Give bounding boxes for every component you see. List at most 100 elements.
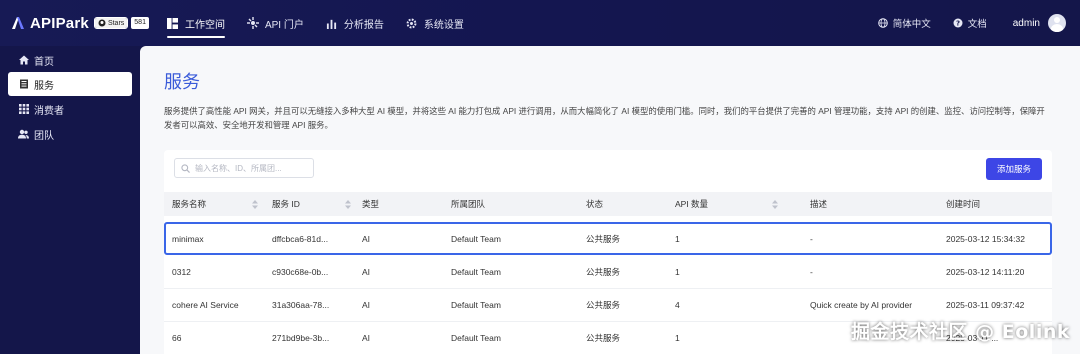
sidebar-item-consumers[interactable]: 消费者 xyxy=(8,97,132,121)
top-navbar: APIPark Stars 581 工作空间 API 门户 分析报告 系统设置 … xyxy=(0,0,1080,46)
nav-settings[interactable]: 系统设置 xyxy=(406,0,464,46)
page-description: 服务提供了高性能 API 网关，并且可以无缝接入多种大型 AI 模型，并将这些 … xyxy=(164,106,1045,130)
app-name: APIPark xyxy=(30,14,89,32)
cell-type: AI xyxy=(362,267,371,277)
column-header-id[interactable]: 服务 ID xyxy=(272,198,351,210)
sidebar-item-label: 服务 xyxy=(34,80,54,92)
cell-name: minimax xyxy=(172,233,204,244)
cell-team: Default Team xyxy=(451,267,501,277)
cell-description: - xyxy=(810,233,813,244)
cell-id: 271bd9be-3b... xyxy=(272,333,330,343)
docs-link[interactable]: ? 文档 xyxy=(953,16,987,30)
column-header-name[interactable]: 服务名称 xyxy=(172,198,259,210)
portal-icon xyxy=(246,17,259,29)
cell-created: 2025-03-12 15:34:32 xyxy=(946,233,1025,244)
cell-status: 公共服务 xyxy=(586,233,621,244)
table-row[interactable]: 0312 c930c68e-0b... AI Default Team 公共服务… xyxy=(164,256,1052,289)
github-stars-badge[interactable]: Stars xyxy=(93,17,129,29)
language-switcher[interactable]: 简体中文 xyxy=(877,16,931,30)
svg-text:?: ? xyxy=(956,20,960,28)
add-service-button[interactable]: 添加服务 xyxy=(986,158,1042,180)
cell-id: c930c68e-0b... xyxy=(272,267,329,277)
cell-name: 66 xyxy=(172,333,182,343)
cell-api-count: 4 xyxy=(675,300,680,310)
sort-icon[interactable] xyxy=(344,199,351,209)
cell-id: dffcbca6-81d... xyxy=(272,233,329,244)
sidebar-item-label: 团队 xyxy=(34,130,54,142)
search-input[interactable] xyxy=(195,163,313,173)
cell-api-count: 1 xyxy=(675,333,680,343)
username: admin xyxy=(1012,17,1040,29)
nav-analytics-label: 分析报告 xyxy=(343,19,384,31)
cell-api-count: 1 xyxy=(675,267,680,277)
user-menu[interactable]: admin xyxy=(1013,14,1066,32)
column-header-type: 类型 xyxy=(362,198,379,210)
nav-api-portal[interactable]: API 门户 xyxy=(246,0,304,46)
sidebar-item-team[interactable]: 团队 xyxy=(8,122,132,146)
cell-description: - xyxy=(810,267,813,277)
cell-api-count: 1 xyxy=(675,233,680,244)
cell-name: 0312 xyxy=(172,267,191,277)
nav-analytics[interactable]: 分析报告 xyxy=(326,0,384,46)
service-icon xyxy=(18,79,29,90)
github-stars-count: 581 xyxy=(131,17,149,29)
cell-status: 公共服务 xyxy=(586,267,621,277)
chart-icon xyxy=(326,17,338,29)
cell-created: 2025-03-12 14:11:20 xyxy=(946,267,1025,277)
nav-api-portal-label: API 门户 xyxy=(264,19,304,31)
main-content: 服务 服务提供了高性能 API 网关，并且可以无缝接入多种大型 AI 模型，并将… xyxy=(140,46,1080,354)
cell-team: Default Team xyxy=(451,300,501,310)
cell-type: AI xyxy=(362,233,371,244)
docs-label: 文档 xyxy=(967,19,987,30)
table-header: 服务名称 服务 ID 类型 所属团队 状态 API 数量 描述 创建时间 xyxy=(164,192,1052,216)
column-header-description: 描述 xyxy=(810,198,827,210)
main-nav: 工作空间 API 门户 分析报告 系统设置 xyxy=(166,0,486,46)
column-header-label: 描述 xyxy=(810,199,828,209)
app-logo[interactable]: APIPark Stars 581 xyxy=(10,15,149,32)
search-box[interactable] xyxy=(174,158,314,178)
column-header-label: 创建时间 xyxy=(946,199,981,209)
nav-workspace-label: 工作空间 xyxy=(184,19,225,31)
sort-icon[interactable] xyxy=(252,199,259,209)
cell-id: 31a306aa-78... xyxy=(272,300,330,310)
help-icon: ? xyxy=(953,18,963,28)
team-icon xyxy=(18,129,29,140)
column-header-status: 状态 xyxy=(586,198,603,210)
language-label: 简体中文 xyxy=(892,19,931,30)
column-header-created[interactable]: 创建时间 xyxy=(946,198,980,210)
cell-type: AI xyxy=(362,333,371,343)
column-header-label: 服务 ID xyxy=(272,199,300,209)
page-title: 服务 xyxy=(164,72,200,92)
column-header-team: 所属团队 xyxy=(451,198,485,210)
github-stars-label: Stars xyxy=(107,19,125,27)
search-icon xyxy=(181,163,190,173)
sidebar-item-home[interactable]: 首页 xyxy=(8,48,132,72)
globe-icon xyxy=(877,18,888,28)
sort-icon[interactable] xyxy=(772,199,779,209)
column-header-label: API 数量 xyxy=(675,199,709,209)
watermark: 掘金技术社区 @ Eolink xyxy=(851,321,1070,343)
sidebar: 首页 服务 消费者 团队 xyxy=(0,46,140,354)
cell-type: AI xyxy=(362,300,371,310)
github-icon xyxy=(98,19,106,27)
sidebar-item-services[interactable]: 服务 xyxy=(8,72,132,96)
sidebar-item-label: 首页 xyxy=(34,56,54,68)
column-header-label: 类型 xyxy=(362,199,380,209)
avatar xyxy=(1048,14,1066,32)
cell-team: Default Team xyxy=(451,233,501,244)
gear-icon xyxy=(406,17,418,29)
services-table: 服务名称 服务 ID 类型 所属团队 状态 API 数量 描述 创建时间 min… xyxy=(164,192,1052,354)
home-icon xyxy=(18,55,29,66)
column-header-label: 所属团队 xyxy=(451,199,486,209)
nav-workspace[interactable]: 工作空间 xyxy=(166,0,225,46)
apipark-logo-icon xyxy=(12,17,24,29)
nav-settings-label: 系统设置 xyxy=(423,19,464,31)
cell-name: cohere AI Service xyxy=(172,300,239,310)
grid-icon xyxy=(18,104,29,115)
column-header-label: 服务名称 xyxy=(172,199,207,209)
top-right-menu: 简体中文 ? 文档 admin xyxy=(856,14,1066,32)
workspace-icon xyxy=(167,17,179,29)
cell-status: 公共服务 xyxy=(586,300,621,310)
table-row[interactable]: minimax dffcbca6-81d... AI Default Team … xyxy=(164,222,1052,255)
column-header-api-count[interactable]: API 数量 xyxy=(675,198,779,210)
